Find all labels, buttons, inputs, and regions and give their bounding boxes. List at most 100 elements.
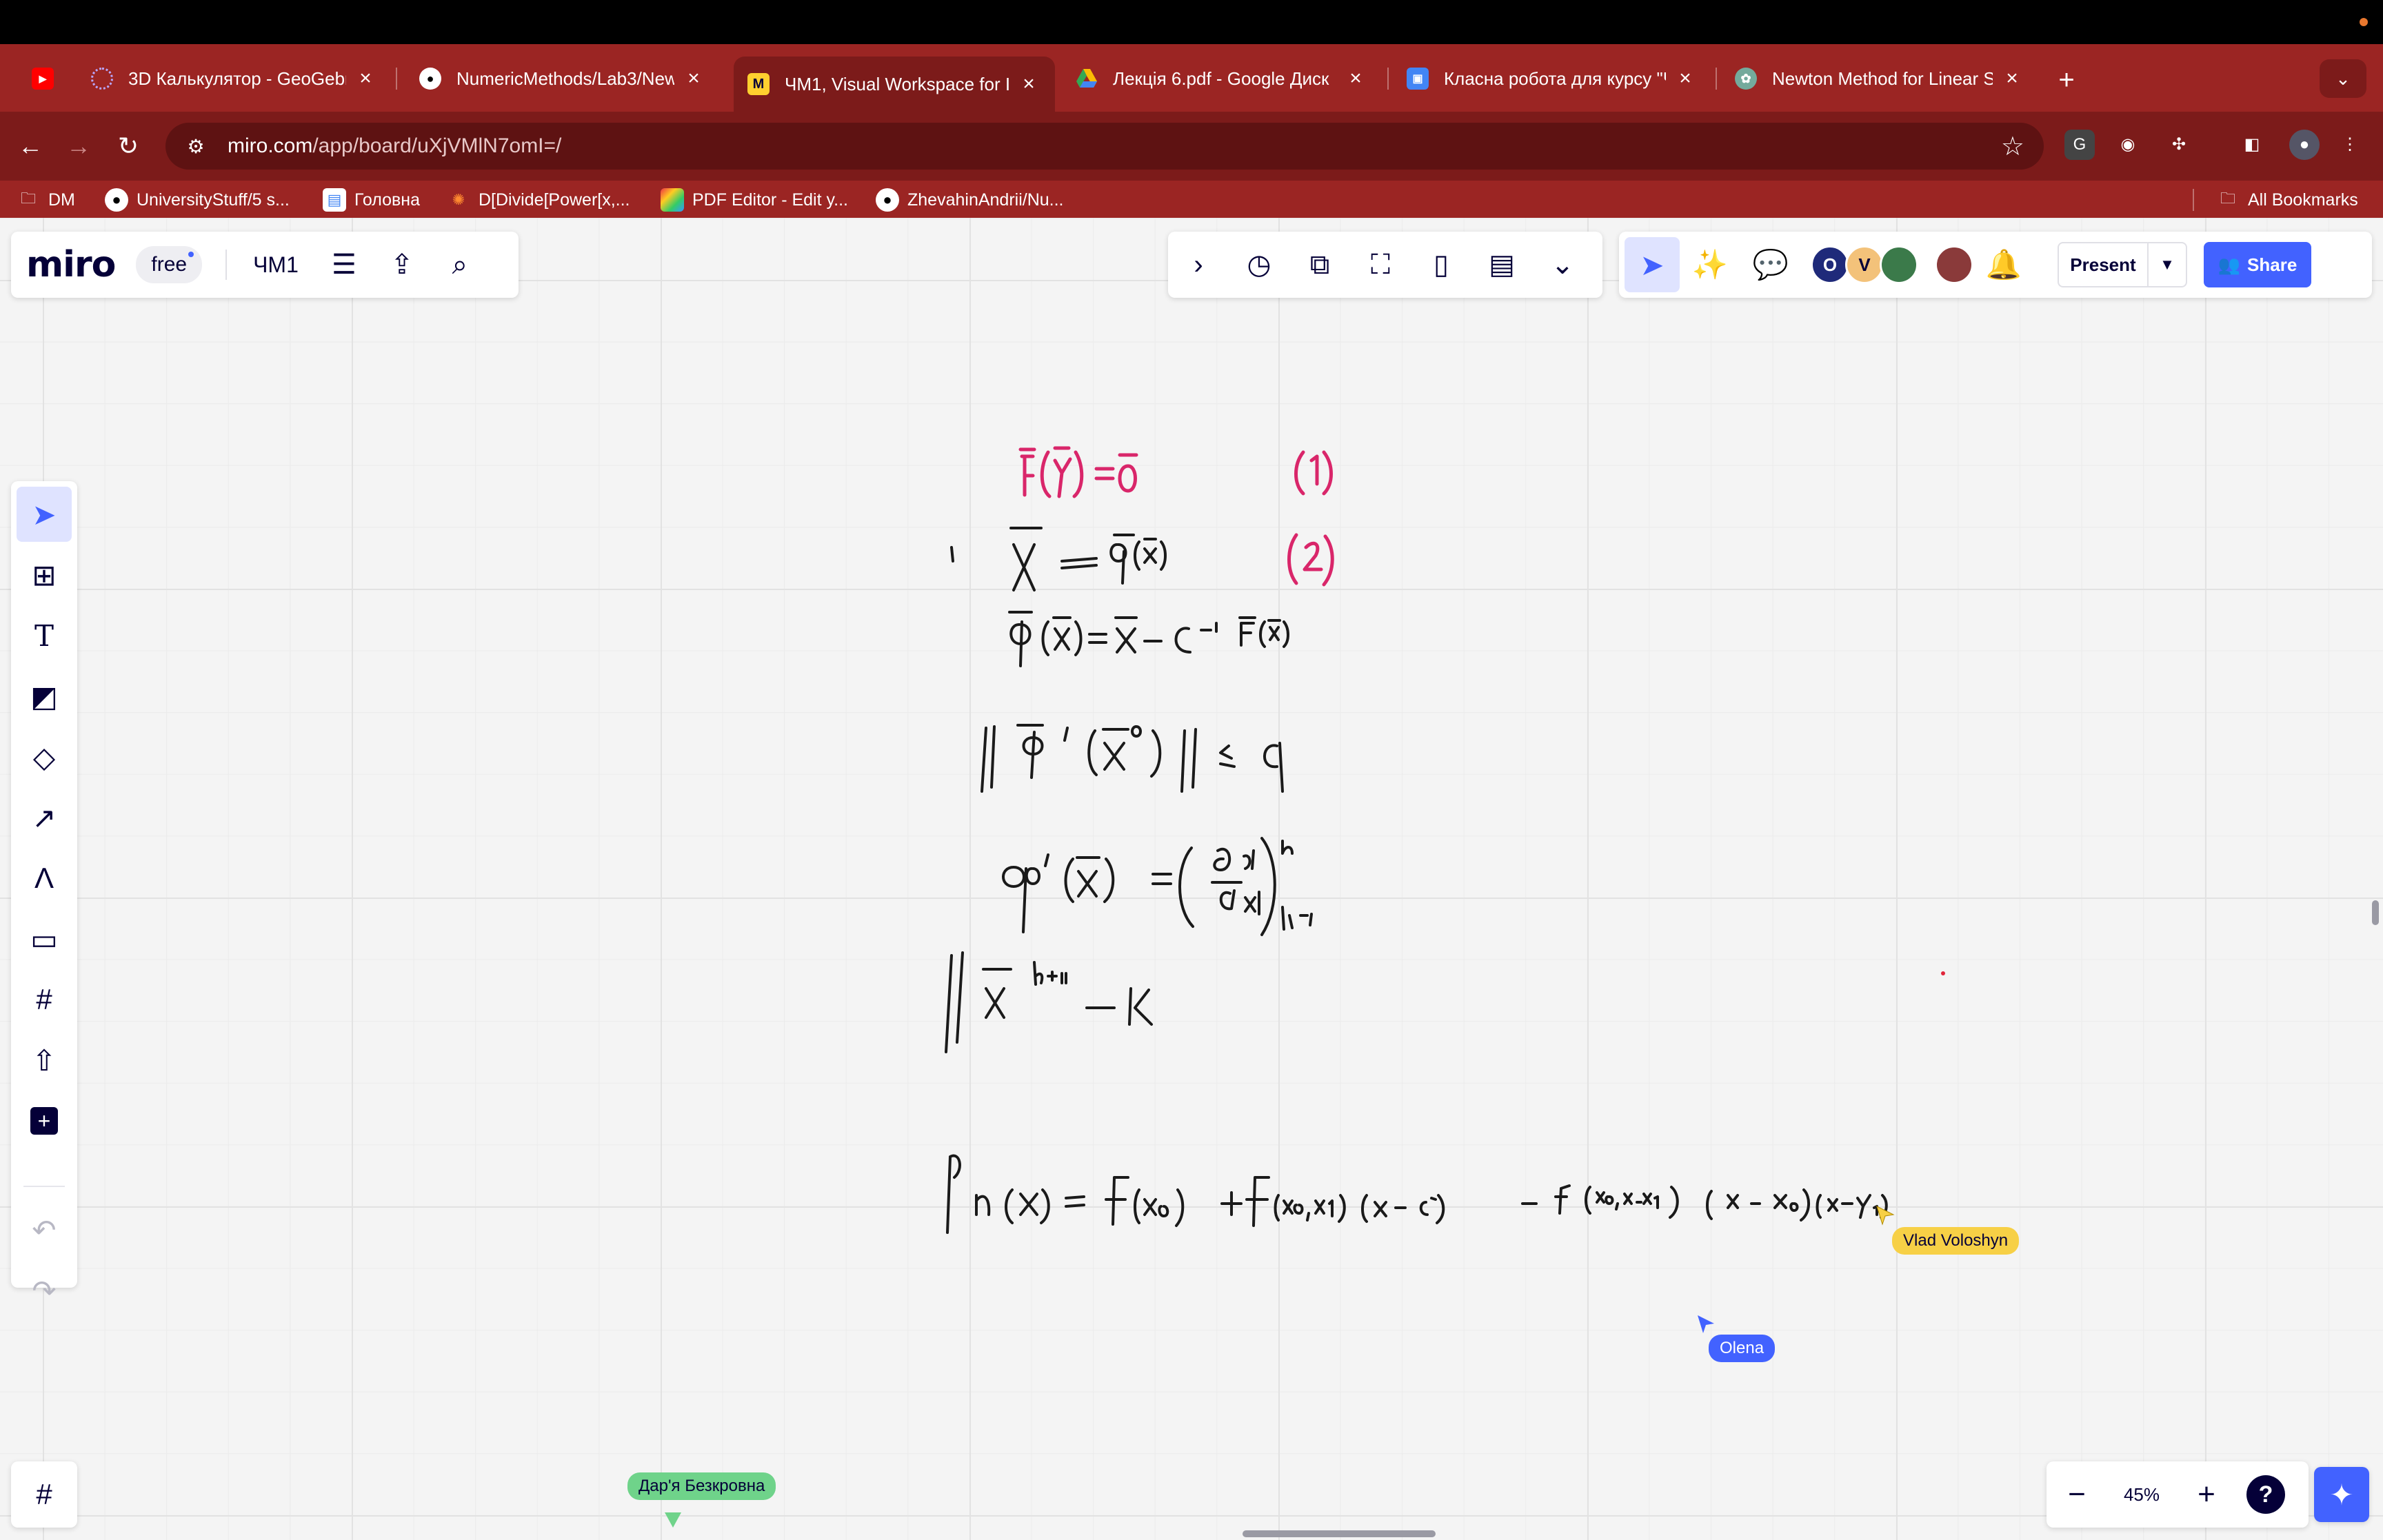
ai-assist-sparkle-icon[interactable]: ✦ bbox=[2314, 1467, 2369, 1522]
equation-2-tag bbox=[1287, 533, 1334, 587]
sticky-note-icon[interactable]: ◩ bbox=[17, 669, 72, 724]
redo-icon[interactable]: ↷ bbox=[17, 1263, 72, 1318]
zoom-in-icon[interactable]: + bbox=[2176, 1477, 2237, 1512]
close-icon[interactable]: × bbox=[1673, 67, 1698, 90]
bookmark-zhevahin[interactable]: ● ZhevahinAndrii/Nu... bbox=[876, 186, 1064, 214]
upload-icon[interactable]: ⇧ bbox=[17, 1033, 72, 1088]
avatar[interactable]: O bbox=[1811, 245, 1849, 284]
add-image-icon[interactable]: ⧉ bbox=[1289, 250, 1350, 281]
double-chevron-down-icon[interactable]: ⌄ bbox=[1532, 249, 1593, 281]
comment-tool-icon[interactable]: ▭ bbox=[17, 911, 72, 966]
github-icon: ● bbox=[419, 68, 441, 90]
present-chevron-down-icon[interactable]: ▼ bbox=[2147, 243, 2186, 286]
equation-6 bbox=[945, 951, 1153, 1053]
zoom-level[interactable]: 45% bbox=[2107, 1484, 2176, 1506]
avatar[interactable] bbox=[1880, 245, 1918, 284]
notes-icon[interactable]: ▤ bbox=[1471, 249, 1532, 281]
tab-separator bbox=[1387, 68, 1389, 90]
vertical-scrollbar[interactable] bbox=[2372, 900, 2379, 925]
bookmark-star-icon[interactable]: ☆ bbox=[2001, 131, 2024, 162]
frames-panel-icon[interactable]: # bbox=[11, 1461, 77, 1528]
tab-google-classroom[interactable]: ▣ Класна робота для курсу "Ч × bbox=[1393, 57, 1711, 101]
help-icon[interactable]: ? bbox=[2246, 1475, 2285, 1514]
zoom-out-icon[interactable]: − bbox=[2047, 1477, 2107, 1512]
miro-logo[interactable]: miro bbox=[26, 244, 116, 285]
all-bookmarks-button[interactable]: 🗀 All Bookmarks bbox=[2216, 186, 2358, 214]
reload-icon[interactable]: ↻ bbox=[109, 127, 148, 165]
more-apps-plus-icon[interactable]: + bbox=[17, 1093, 72, 1148]
collaborator-avatars[interactable]: O V bbox=[1811, 245, 1918, 284]
notification-bell-icon[interactable]: 🔔 bbox=[1973, 248, 2034, 282]
tab-separator bbox=[1716, 68, 1717, 90]
timer-icon[interactable]: ◷ bbox=[1229, 249, 1289, 281]
cursor-label-olena: Olena bbox=[1709, 1335, 1776, 1362]
miro-board-canvas[interactable]: miro free ЧМ1 ☰ ⇪ ⌕ › ◷ ⧉ ⛶ ▯ ▤ ⌄ ➤ ✨ 💬 … bbox=[0, 218, 2383, 1540]
extensions-puzzle-icon[interactable]: ✣ bbox=[2164, 130, 2194, 160]
forward-arrow-icon[interactable]: → bbox=[59, 127, 98, 165]
tab-github-numeric-methods[interactable]: ● NumericMethods/Lab3/Newto × bbox=[405, 57, 720, 101]
camera-extension-icon[interactable]: ◉ bbox=[2113, 130, 2143, 160]
undo-icon[interactable]: ↶ bbox=[17, 1202, 72, 1257]
bookmark-wolfram[interactable]: ✺ D[Divide[Power[x,... bbox=[447, 186, 630, 214]
tab-miro-active[interactable]: M ЧМ1, Visual Workspace for In × bbox=[734, 57, 1055, 112]
hamburger-menu-icon[interactable]: ☰ bbox=[329, 249, 359, 281]
cursor-select-icon[interactable]: ➤ bbox=[1625, 237, 1680, 292]
templates-icon[interactable]: ⊞ bbox=[17, 547, 72, 602]
reactions-icon[interactable]: ✨ bbox=[1680, 248, 1740, 282]
equation-4 bbox=[981, 724, 1284, 793]
recording-indicator-dot bbox=[2360, 18, 2368, 26]
avatar[interactable]: V bbox=[1845, 245, 1884, 284]
grammarly-extension-icon[interactable]: G bbox=[2064, 130, 2095, 160]
plan-dot-indicator bbox=[188, 252, 194, 257]
chatgpt-icon: ✿ bbox=[1735, 68, 1757, 90]
connection-line-icon[interactable]: ↗ bbox=[17, 790, 72, 845]
search-icon[interactable]: ⌕ bbox=[445, 250, 475, 281]
bookmarks-separator bbox=[2193, 189, 2194, 211]
bookmark-university-stuff[interactable]: ● UniversityStuff/5 s... bbox=[105, 186, 290, 214]
voting-icon[interactable]: ▯ bbox=[1411, 249, 1471, 281]
select-tool-icon[interactable]: ➤ bbox=[17, 487, 72, 542]
new-tab-button[interactable]: + bbox=[2049, 63, 2084, 98]
document-icon: ▤ bbox=[323, 188, 346, 212]
frame-tool-icon[interactable]: # bbox=[17, 972, 72, 1027]
bookmark-folder-dm[interactable]: 🗀 DM bbox=[17, 186, 75, 214]
tab-search-chevron-icon[interactable]: ⌄ bbox=[2320, 59, 2366, 98]
classroom-icon: ▣ bbox=[1407, 68, 1429, 90]
close-icon[interactable]: × bbox=[353, 67, 378, 90]
focus-frame-icon[interactable]: ⛶ bbox=[1350, 250, 1411, 281]
bookmark-pdf-editor[interactable]: PDF Editor - Edit y... bbox=[661, 186, 848, 214]
bookmark-holovna[interactable]: ▤ Головна bbox=[323, 186, 420, 214]
site-settings-icon[interactable]: ⚙ bbox=[175, 135, 217, 158]
text-tool-icon[interactable]: T bbox=[17, 608, 72, 663]
tab-youtube[interactable]: ▶ bbox=[18, 57, 76, 101]
tab-geogebra[interactable]: 3D Калькулятор - GeoGebra × bbox=[77, 57, 392, 101]
address-bar[interactable]: ⚙ miro.com/app/board/uXjVMlN7omI=/ ☆ bbox=[165, 123, 2044, 170]
plan-badge[interactable]: free bbox=[136, 246, 203, 283]
close-icon[interactable]: × bbox=[2000, 67, 2024, 90]
pen-tool-icon[interactable]: Λ bbox=[17, 851, 72, 906]
current-user-avatar[interactable] bbox=[1935, 245, 1973, 284]
board-title[interactable]: ЧМ1 bbox=[253, 252, 299, 278]
close-icon[interactable]: × bbox=[681, 67, 706, 90]
more-menu-icon[interactable]: ⋮ bbox=[2335, 130, 2365, 160]
shapes-icon[interactable]: ◇ bbox=[17, 729, 72, 784]
comments-icon[interactable]: 💬 bbox=[1740, 248, 1801, 282]
github-icon: ● bbox=[876, 188, 899, 212]
share-button[interactable]: 👥 Share bbox=[2204, 242, 2311, 287]
handwriting-layer bbox=[945, 446, 1945, 1234]
tab-google-drive[interactable]: Лекція 6.pdf - Google Диск × bbox=[1062, 57, 1382, 101]
present-button[interactable]: Present ▼ bbox=[2058, 242, 2187, 287]
tab-chatgpt[interactable]: ✿ Newton Method for Linear Sy × bbox=[1721, 57, 2038, 101]
tab-bar: ▶ 3D Калькулятор - GeoGebra × ● NumericM… bbox=[0, 44, 2383, 112]
google-drive-icon bbox=[1076, 68, 1098, 90]
browser-toolbar: ← → ↻ ⚙ miro.com/app/board/uXjVMlN7omI=/… bbox=[0, 112, 2383, 181]
export-upload-icon[interactable]: ⇪ bbox=[387, 249, 417, 281]
profile-avatar[interactable]: ● bbox=[2289, 130, 2320, 160]
chevron-right-icon[interactable]: › bbox=[1168, 250, 1229, 281]
back-arrow-icon[interactable]: ← bbox=[11, 127, 50, 165]
close-icon[interactable]: × bbox=[1343, 67, 1368, 90]
users-icon: 👥 bbox=[2218, 254, 2241, 275]
close-icon[interactable]: × bbox=[1016, 72, 1041, 96]
side-panel-icon[interactable]: ◧ bbox=[2237, 130, 2267, 160]
horizontal-scrollbar[interactable] bbox=[1243, 1530, 1436, 1537]
